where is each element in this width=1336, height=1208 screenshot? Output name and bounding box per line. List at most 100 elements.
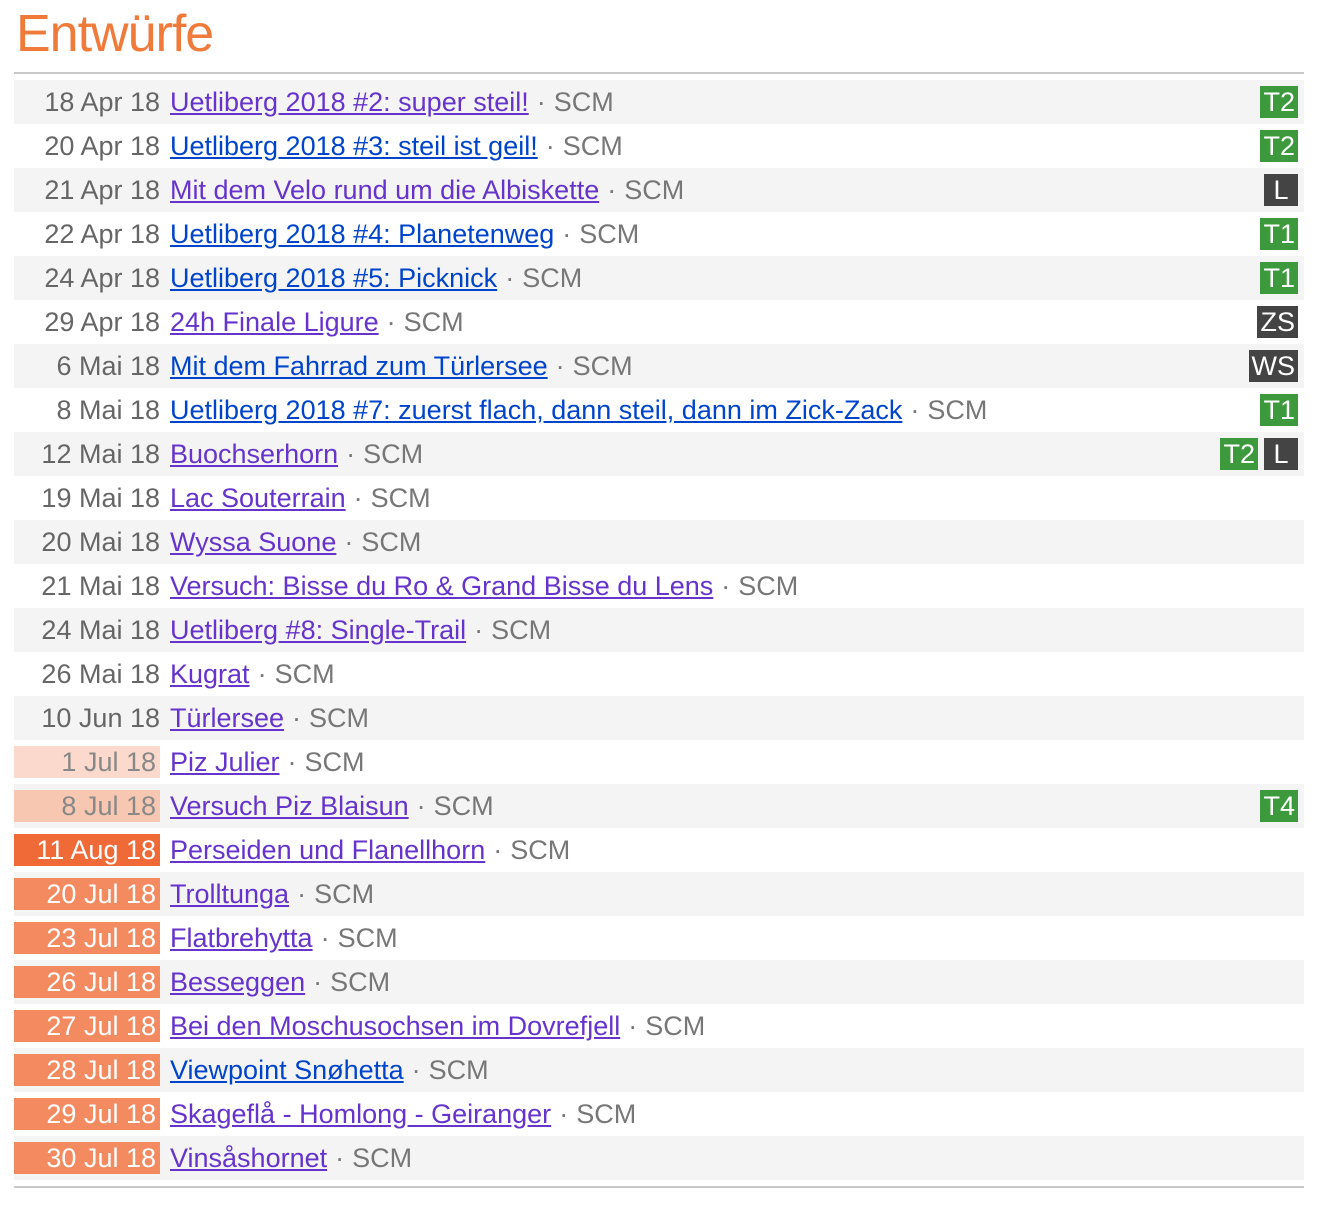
entry-date: 12 Mai 18 (41, 439, 160, 469)
difficulty-badge: T4 (1260, 790, 1298, 822)
difficulty-badge: T2 (1260, 130, 1298, 162)
separator-dot: · (386, 306, 396, 337)
list-item: 23 Jul 18 Flatbrehytta · SCM (14, 916, 1304, 960)
list-item: 29 Apr 18 24h Finale Ligure · SCM ZS (14, 300, 1304, 344)
entry-author: SCM (645, 1010, 706, 1041)
difficulty-badge: L (1264, 438, 1298, 470)
entry-date: 20 Mai 18 (41, 527, 160, 557)
entry-author: SCM (579, 218, 640, 249)
separator-dot: · (257, 658, 267, 689)
difficulty-badges: ZS (1257, 306, 1298, 338)
entry-title-link[interactable]: Kugrat (170, 658, 250, 690)
entry-author: SCM (927, 394, 988, 425)
entry-date: 6 Mai 18 (56, 351, 160, 381)
entry-date: 26 Mai 18 (41, 659, 160, 689)
separator-dot: · (562, 218, 572, 249)
entry-author: SCM (304, 746, 365, 777)
entry-author: SCM (510, 834, 571, 865)
list-item: 27 Jul 18 Bei den Moschusochsen im Dovref… (14, 1004, 1304, 1048)
difficulty-badge: T1 (1260, 394, 1298, 426)
difficulty-badge: T2 (1220, 438, 1258, 470)
separator-dot: · (320, 922, 330, 953)
list-item: 20 Mai 18 Wyssa Suone · SCM (14, 520, 1304, 564)
separator-dot: · (536, 86, 546, 117)
list-item: 8 Jul 18 Versuch Piz Blaisun · SCM T4 (14, 784, 1304, 828)
entry-date: 27 Jul 18 (14, 1010, 160, 1042)
entry-title-link[interactable]: Flatbrehytta (170, 922, 313, 954)
list-item: 6 Mai 18 Mit dem Fahrrad zum Türlersee · SC… (14, 344, 1304, 388)
entry-title-link[interactable]: Versuch: Bisse du Ro & Grand Bisse du Le… (170, 570, 713, 602)
difficulty-badges: T1 (1260, 262, 1298, 294)
entry-date: 24 Apr 18 (44, 263, 160, 293)
entry-title-link[interactable]: Türlersee (170, 702, 284, 734)
entry-title-link[interactable]: Perseiden und Flanellhorn (170, 834, 485, 866)
entry-title-link[interactable]: Uetliberg #8: Single-Trail (170, 614, 466, 646)
entry-title-link[interactable]: Skageflå - Homlong - Geiranger (170, 1098, 551, 1130)
entry-title-link[interactable]: Mit dem Fahrrad zum Türlersee (170, 350, 548, 382)
separator-dot: · (555, 350, 565, 381)
difficulty-badges: T2 L (1220, 438, 1298, 470)
entry-title-link[interactable]: Uetliberg 2018 #4: Planetenweg (170, 218, 554, 250)
entry-title-link[interactable]: Bei den Moschusochsen im Dovrefjell (170, 1010, 620, 1042)
entry-title-link[interactable]: Uetliberg 2018 #5: Picknick (170, 262, 497, 294)
entry-author: SCM (314, 878, 375, 909)
entry-date: 20 Apr 18 (44, 131, 160, 161)
entry-date: 28 Jul 18 (14, 1054, 160, 1086)
entry-title-link[interactable]: Vinsåshornet (170, 1142, 327, 1174)
entry-title-link[interactable]: Wyssa Suone (170, 526, 336, 558)
entry-author: SCM (553, 86, 614, 117)
difficulty-badge: T2 (1260, 86, 1298, 118)
separator-dot: · (344, 526, 354, 557)
entry-title-link[interactable]: Buochserhorn (170, 438, 338, 470)
page-title: Entwürfe (16, 5, 214, 63)
difficulty-badges: T2 (1260, 130, 1298, 162)
entry-date: 29 Jul 18 (14, 1098, 160, 1130)
entry-title-link[interactable]: Besseggen (170, 966, 305, 998)
entry-title-link[interactable]: Viewpoint Snøhetta (170, 1054, 404, 1086)
list-item: 20 Apr 18 Uetliberg 2018 #3: steil ist ge… (14, 124, 1304, 168)
entry-title-link[interactable]: Piz Julier (170, 746, 280, 778)
list-item: 22 Apr 18 Uetliberg 2018 #4: Planetenweg ·… (14, 212, 1304, 256)
entry-date: 21 Apr 18 (44, 175, 160, 205)
entry-author: SCM (361, 526, 422, 557)
difficulty-badge: WS (1248, 350, 1298, 382)
difficulty-badges: T2 (1260, 86, 1298, 118)
entry-author: SCM (433, 790, 494, 821)
entry-author: SCM (337, 922, 398, 953)
entry-author: SCM (274, 658, 335, 689)
difficulty-badge: ZS (1257, 306, 1298, 338)
difficulty-badges: L (1264, 174, 1298, 206)
bottom-divider (14, 1186, 1304, 1188)
list-item: 18 Apr 18 Uetliberg 2018 #2: super steil!… (14, 80, 1304, 124)
entry-date: 22 Apr 18 (44, 219, 160, 249)
difficulty-badge: T1 (1260, 218, 1298, 250)
separator-dot: · (910, 394, 920, 425)
separator-dot: · (292, 702, 302, 733)
separator-dot: · (297, 878, 307, 909)
separator-dot: · (559, 1098, 569, 1129)
entry-author: SCM (562, 130, 623, 161)
list-item: 19 Mai 18 Lac Souterrain · SCM (14, 476, 1304, 520)
entry-date: 20 Jul 18 (14, 878, 160, 910)
entry-title-link[interactable]: Lac Souterrain (170, 482, 346, 514)
difficulty-badges: T1 (1260, 218, 1298, 250)
entry-title-link[interactable]: 24h Finale Ligure (170, 306, 379, 338)
entry-title-link[interactable]: Uetliberg 2018 #2: super steil! (170, 86, 529, 118)
entry-title-link[interactable]: Trolltunga (170, 878, 289, 910)
entry-author: SCM (624, 174, 685, 205)
separator-dot: · (493, 834, 503, 865)
list-item: 30 Jul 18 Vinsåshornet · SCM (14, 1136, 1304, 1180)
list-item: 26 Jul 18 Besseggen · SCM (14, 960, 1304, 1004)
entry-date: 26 Jul 18 (14, 966, 160, 998)
entry-title-link[interactable]: Uetliberg 2018 #7: zuerst flach, dann st… (170, 394, 902, 426)
entry-author: SCM (352, 1142, 413, 1173)
entry-author: SCM (576, 1098, 637, 1129)
entry-title-link[interactable]: Uetliberg 2018 #3: steil ist geil! (170, 130, 538, 162)
entry-title-link[interactable]: Mit dem Velo rund um die Albiskette (170, 174, 599, 206)
entry-author: SCM (403, 306, 464, 337)
entry-author: SCM (738, 570, 799, 601)
entry-title-link[interactable]: Versuch Piz Blaisun (170, 790, 409, 822)
list-item: 8 Mai 18 Uetliberg 2018 #7: zuerst flach,… (14, 388, 1304, 432)
draft-list: 18 Apr 18 Uetliberg 2018 #2: super steil!… (14, 80, 1304, 1180)
list-item: 11 Aug 18 Perseiden und Flanellhorn · SCM (14, 828, 1304, 872)
